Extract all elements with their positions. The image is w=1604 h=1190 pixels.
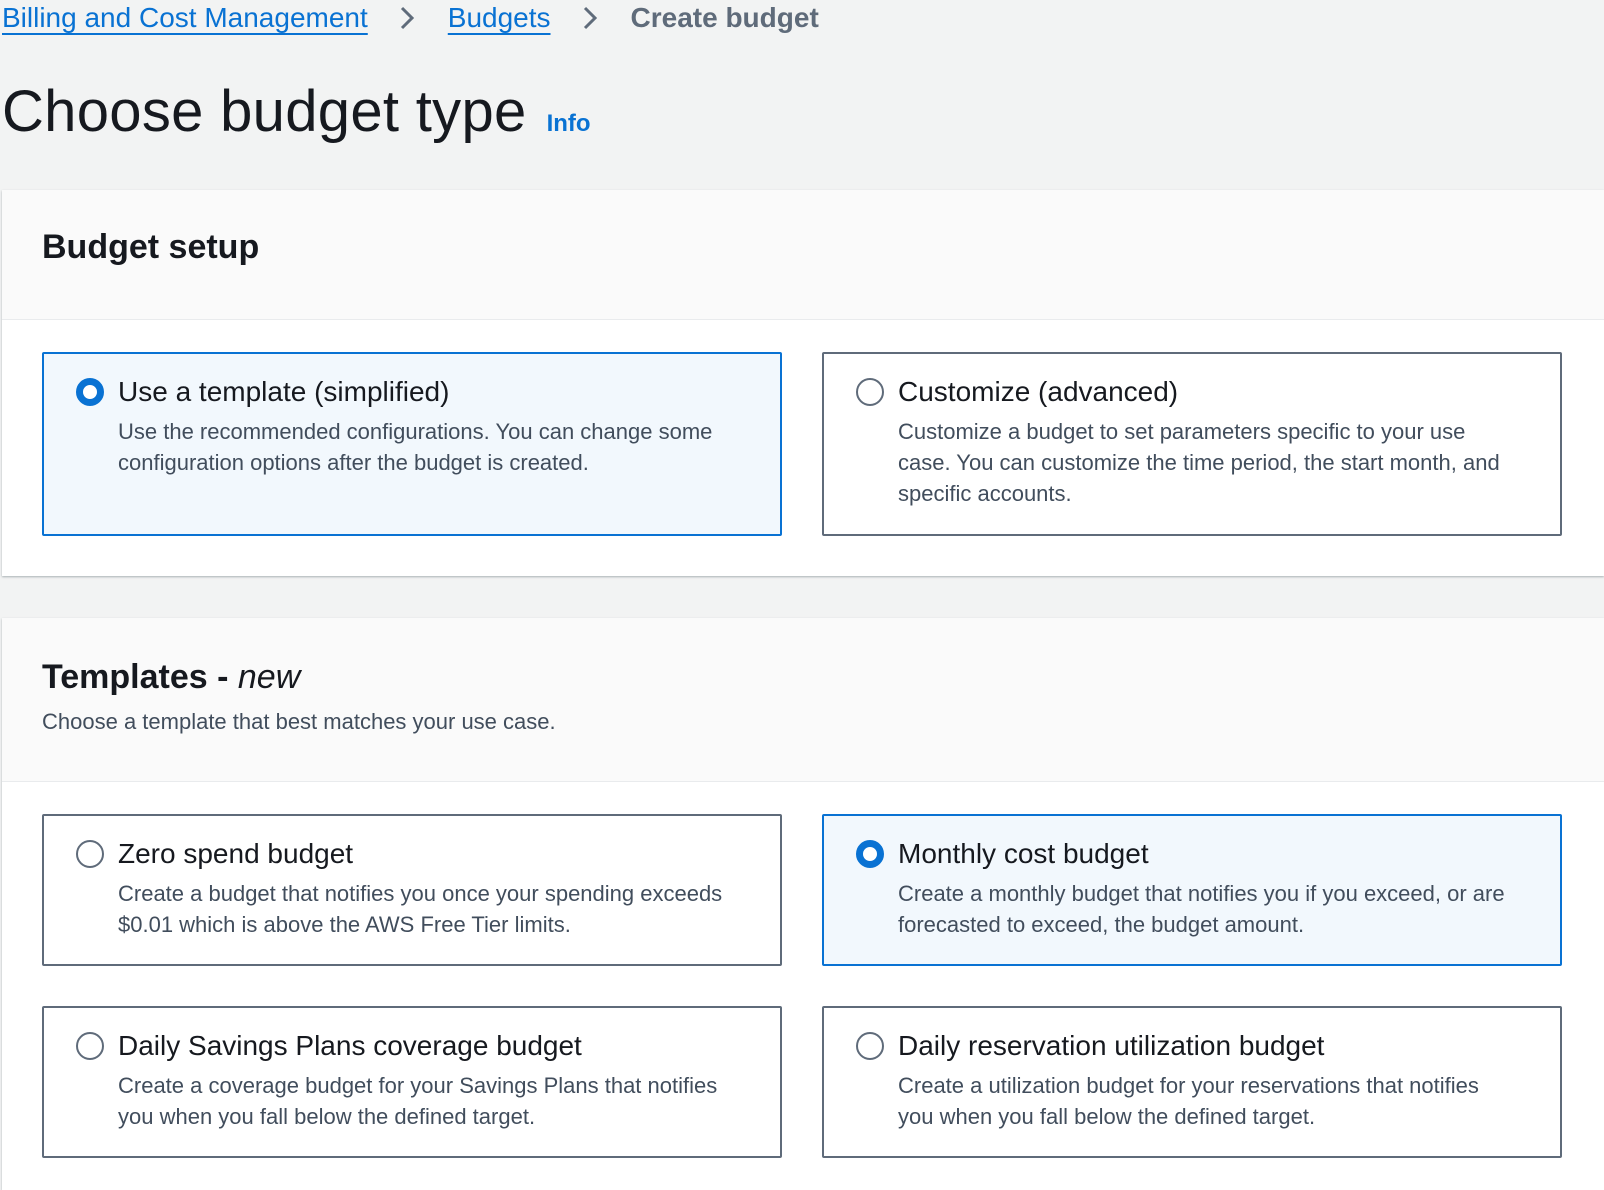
option-description: Use the recommended configurations. You … bbox=[118, 419, 713, 475]
template-description: Create a monthly budget that notifies yo… bbox=[898, 881, 1505, 937]
template-savings-plans-coverage[interactable]: Daily Savings Plans coverage budget Crea… bbox=[42, 1006, 782, 1158]
radio-button[interactable] bbox=[856, 378, 884, 406]
radio-button[interactable] bbox=[856, 1032, 884, 1060]
page-title: Choose budget type bbox=[2, 79, 527, 144]
template-description: Create a budget that notifies you once y… bbox=[118, 881, 723, 937]
info-link[interactable]: Info bbox=[547, 110, 591, 138]
breadcrumb: Billing and Cost Management Budgets Crea… bbox=[2, 0, 819, 36]
template-monthly-cost[interactable]: Monthly cost budget Create a monthly bud… bbox=[822, 814, 1562, 966]
radio-button[interactable] bbox=[76, 1032, 104, 1060]
template-label: Zero spend budget bbox=[118, 838, 354, 869]
option-label: Use a template (simplified) bbox=[118, 376, 450, 407]
radio-button-checked[interactable] bbox=[76, 378, 104, 406]
option-label: Customize (advanced) bbox=[898, 376, 1179, 407]
new-badge: new bbox=[237, 658, 301, 696]
template-description: Create a utilization budget for your res… bbox=[898, 1073, 1479, 1129]
template-label: Daily reservation utilization budget bbox=[898, 1030, 1325, 1061]
template-label: Monthly cost budget bbox=[898, 838, 1149, 869]
radio-button-checked[interactable] bbox=[856, 840, 884, 868]
template-zero-spend[interactable]: Zero spend budget Create a budget that n… bbox=[42, 814, 782, 966]
chevron-right-icon bbox=[388, 2, 430, 34]
chevron-right-icon bbox=[571, 2, 613, 34]
option-description: Customize a budget to set parameters spe… bbox=[898, 419, 1500, 506]
radio-button[interactable] bbox=[76, 840, 104, 868]
template-reservation-utilization[interactable]: Daily reservation utilization budget Cre… bbox=[822, 1006, 1562, 1158]
budget-setup-title: Budget setup bbox=[42, 228, 260, 266]
budget-setup-header: Budget setup bbox=[2, 190, 1604, 320]
option-customize-advanced[interactable]: Customize (advanced) Customize a budget … bbox=[822, 352, 1562, 536]
templates-description: Choose a template that best matches your… bbox=[42, 709, 556, 734]
template-description: Create a coverage budget for your Saving… bbox=[118, 1073, 718, 1129]
breadcrumb-billing-link[interactable]: Billing and Cost Management bbox=[2, 2, 368, 34]
template-label: Daily Savings Plans coverage budget bbox=[118, 1030, 582, 1061]
templates-panel: Templates - new Choose a template that b… bbox=[2, 618, 1604, 1190]
breadcrumb-current: Create budget bbox=[630, 2, 819, 33]
page-header: Choose budget type Info bbox=[2, 78, 591, 145]
option-use-template[interactable]: Use a template (simplified) Use the reco… bbox=[42, 352, 782, 536]
templates-header: Templates - new Choose a template that b… bbox=[2, 618, 1604, 782]
breadcrumb-budgets-link[interactable]: Budgets bbox=[448, 2, 551, 34]
budget-setup-panel: Budget setup Use a template (simplified)… bbox=[2, 190, 1604, 576]
templates-title: Templates - new bbox=[42, 658, 301, 696]
